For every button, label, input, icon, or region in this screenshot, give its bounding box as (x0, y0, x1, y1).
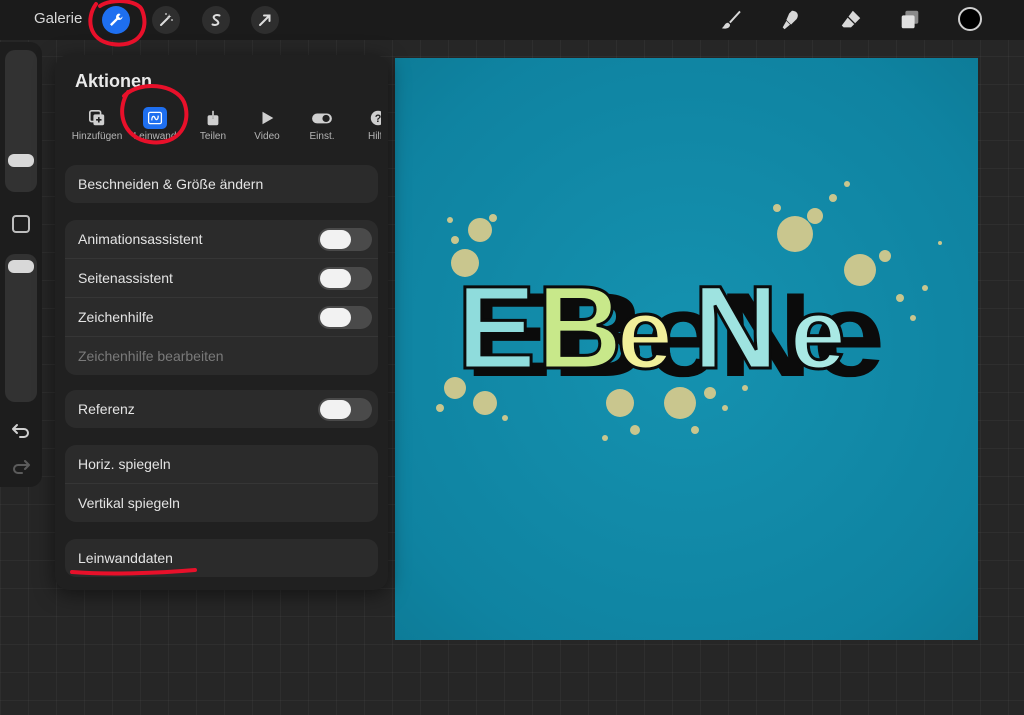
drawing-guide-item[interactable]: Zeichenhilfe (65, 298, 378, 337)
letter-n: N (693, 262, 778, 394)
flip-vertical-item[interactable]: Vertikal spiegeln (65, 484, 378, 522)
opacity-slider[interactable] (5, 254, 37, 402)
transform-button[interactable] (251, 6, 279, 34)
top-toolbar: Galerie (0, 0, 1024, 40)
tab-help[interactable]: ? Hilfe (350, 103, 381, 153)
brush-size-slider[interactable] (5, 50, 37, 192)
group-assists: Animationsassistent Seitenassistent Zeic… (65, 220, 378, 375)
crop-resize-item[interactable]: Beschneiden & Größe ändern (65, 165, 378, 203)
edit-drawing-guide-item: Zeichenhilfe bearbeiten (65, 337, 378, 375)
flip-horizontal-label: Horiz. spiegeln (78, 456, 171, 472)
animation-assist-toggle[interactable] (318, 228, 372, 251)
panel-title: Aktionen (75, 71, 153, 91)
actions-wrench-button[interactable] (102, 6, 130, 34)
drawing-guide-toggle[interactable] (318, 306, 372, 329)
magic-wand-icon (160, 13, 173, 26)
crop-resize-label: Beschneiden & Größe ändern (78, 176, 264, 192)
letter-e1: E (457, 262, 536, 394)
undo-icon[interactable] (11, 420, 31, 440)
actions-panel: Aktionen Hinzufügen Leinwand Teilen Vide… (55, 55, 388, 590)
layers-icon (901, 10, 919, 29)
toggle-icon (312, 113, 332, 124)
animation-assist-label: Animationsassistent (78, 231, 203, 247)
tab-add-label: Hinzufügen (71, 131, 123, 142)
edit-drawing-guide-label: Zeichenhilfe bearbeiten (78, 348, 224, 364)
wrench-icon (110, 13, 123, 26)
page-assist-toggle[interactable] (318, 267, 372, 290)
tab-video-label: Video (254, 131, 280, 142)
tab-canvas[interactable]: Leinwand (127, 103, 183, 153)
reference-label: Referenz (78, 401, 135, 417)
tab-help-label: Hilfe (367, 131, 381, 142)
page-assist-item[interactable]: Seitenassistent (65, 259, 378, 298)
drawing-canvas[interactable]: EBeNe E B e N e (395, 58, 978, 640)
tab-add[interactable]: Hinzufügen (69, 103, 125, 153)
smudge-icon (782, 10, 798, 30)
reference-toggle[interactable] (318, 398, 372, 421)
group-crop: Beschneiden & Größe ändern (65, 165, 378, 203)
adjustments-button[interactable] (152, 6, 180, 34)
layers-button[interactable] (897, 7, 923, 33)
group-flip: Horiz. spiegeln Vertikal spiegeln (65, 445, 378, 522)
redo-icon[interactable] (11, 456, 31, 476)
play-icon (262, 111, 274, 125)
svg-text:?: ? (375, 113, 381, 125)
brush-icon (721, 10, 741, 29)
tab-video[interactable]: Video (239, 103, 295, 153)
tab-share-label: Teilen (199, 131, 227, 142)
tab-settings[interactable]: Einst. (294, 103, 350, 153)
reference-item[interactable]: Referenz (65, 390, 378, 428)
left-sidebar (0, 42, 42, 487)
help-icon: ? (370, 110, 381, 126)
opacity-knob[interactable] (8, 260, 34, 273)
canvas-info-label: Leinwanddaten (78, 550, 173, 566)
canvas-icon (147, 111, 163, 125)
tab-settings-label: Einst. (309, 131, 335, 142)
tab-canvas-label: Leinwand (133, 131, 177, 142)
share-icon (207, 109, 219, 126)
page-assist-label: Seitenassistent (78, 270, 173, 286)
flip-horizontal-item[interactable]: Horiz. spiegeln (65, 445, 378, 484)
letter-b: B (537, 262, 622, 394)
eraser-button[interactable] (838, 7, 864, 33)
color-picker-button[interactable] (958, 7, 982, 31)
group-canvas-info: Leinwanddaten (65, 539, 378, 577)
eraser-icon (841, 10, 861, 28)
actions-tabs: Hinzufügen Leinwand Teilen Video Einst. … (69, 103, 381, 153)
group-reference: Referenz (65, 390, 378, 428)
drawing-guide-label: Zeichenhilfe (78, 309, 154, 325)
canvas-info-item[interactable]: Leinwanddaten (65, 539, 378, 577)
animation-assist-item[interactable]: Animationsassistent (65, 220, 378, 259)
transform-arrow-icon (259, 14, 271, 26)
selection-icon (211, 14, 221, 26)
modify-button[interactable] (12, 215, 30, 233)
letter-e3: e (790, 278, 846, 390)
letter-e2: e (617, 278, 673, 390)
gallery-button[interactable]: Galerie (34, 10, 82, 27)
flip-vertical-label: Vertikal spiegeln (78, 495, 180, 511)
brush-button[interactable] (718, 7, 744, 33)
smudge-button[interactable] (778, 7, 804, 33)
brush-size-knob[interactable] (8, 154, 34, 167)
artwork: EBeNe E B e N e (436, 181, 942, 441)
tab-share[interactable]: Teilen (185, 103, 241, 153)
selection-button[interactable] (202, 6, 230, 34)
add-image-icon (88, 109, 105, 126)
